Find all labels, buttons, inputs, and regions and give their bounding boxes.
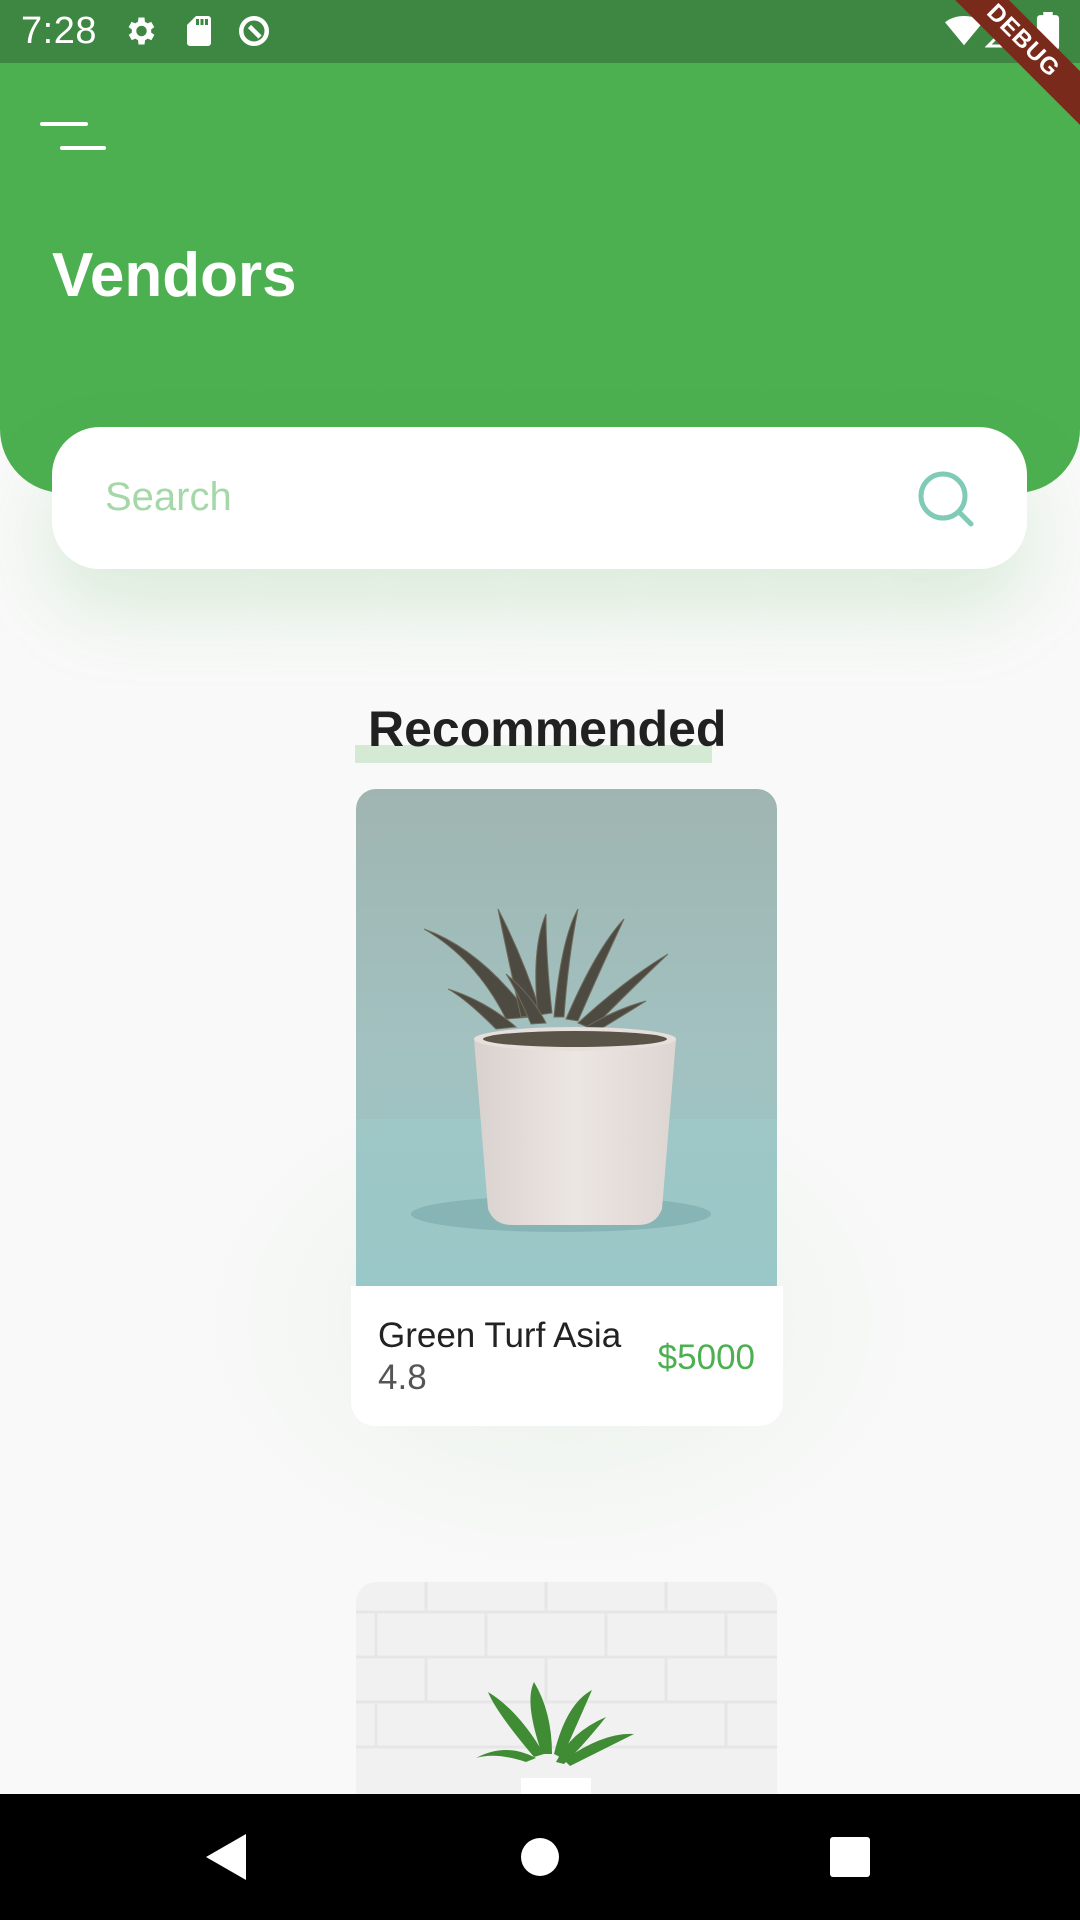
search-icon[interactable] xyxy=(915,468,977,530)
vendor-image xyxy=(356,1582,777,1794)
recents-icon xyxy=(830,1837,870,1877)
data-saver-icon xyxy=(239,16,269,46)
back-button[interactable] xyxy=(166,1794,286,1920)
gear-icon xyxy=(128,17,155,45)
vendor-rating: 4.8 xyxy=(378,1358,427,1397)
status-bar: 7:28 xyxy=(0,0,1080,63)
search-input[interactable] xyxy=(105,467,885,527)
home-icon xyxy=(521,1838,559,1876)
status-time: 7:28 xyxy=(21,10,97,52)
plant-image xyxy=(356,1582,777,1794)
vendor-card[interactable] xyxy=(351,1582,783,1794)
section-heading: Recommended xyxy=(355,700,727,763)
screen: 7:28 DEBUG Vendors Search Recommended Gr… xyxy=(0,0,1080,1920)
vendor-price: $5000 xyxy=(657,1338,755,1377)
vendor-name: Green Turf Asia xyxy=(378,1316,622,1355)
search-bar xyxy=(52,427,1027,569)
section-title: Recommended xyxy=(368,701,727,757)
page-title: Vendors xyxy=(52,241,297,310)
plant-image xyxy=(356,789,777,1286)
nav-bar xyxy=(0,1794,1080,1920)
vendor-image xyxy=(356,789,777,1286)
home-button[interactable] xyxy=(480,1794,600,1920)
menu-icon[interactable] xyxy=(40,118,108,158)
vendor-card[interactable]: Green Turf Asia 4.8 $5000 xyxy=(351,789,783,1426)
recents-button[interactable] xyxy=(790,1794,910,1920)
sd-card-icon xyxy=(187,16,211,46)
back-icon xyxy=(206,1834,246,1880)
vendor-info: Green Turf Asia 4.8 $5000 xyxy=(351,1286,783,1426)
